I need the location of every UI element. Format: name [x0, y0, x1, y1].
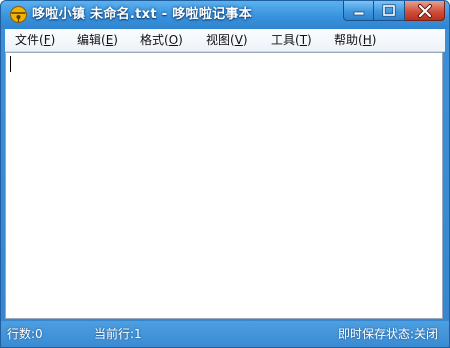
menu-view[interactable]: 视图(V)	[206, 29, 248, 51]
menu-edit-paren: )	[113, 33, 118, 47]
menu-file[interactable]: 文件(F)	[15, 29, 55, 51]
menu-format-paren: )	[178, 33, 183, 47]
caption-buttons	[343, 1, 445, 21]
maximize-button[interactable]	[374, 1, 405, 21]
doraemon-bell-icon	[10, 6, 27, 23]
text-caret	[10, 56, 11, 72]
menu-edit-label: 编辑(	[77, 33, 106, 47]
menu-tools[interactable]: 工具(T)	[271, 29, 312, 51]
menu-help[interactable]: 帮助(H)	[334, 29, 376, 51]
minimize-icon	[353, 11, 365, 16]
window-title: 哆啦小镇 未命名.txt - 哆啦啦记事本	[32, 7, 253, 22]
editor-area[interactable]	[5, 52, 443, 319]
menu-format-label: 格式(	[140, 33, 169, 47]
menu-tools-paren: )	[307, 33, 312, 47]
menu-format[interactable]: 格式(O)	[140, 29, 183, 51]
menu-help-paren: )	[371, 33, 377, 47]
menu-bar: 文件(F) 编辑(E) 格式(O) 视图(V) 工具(T) 帮助(H)	[5, 29, 445, 52]
menu-help-label: 帮助(	[334, 33, 363, 47]
close-button[interactable]	[405, 1, 445, 21]
menu-view-paren: )	[242, 33, 248, 47]
status-bar: 行数:0 当前行:1 即时保存状态:关闭	[1, 321, 449, 347]
status-line-count: 行数:0	[7, 327, 43, 341]
menu-edit[interactable]: 编辑(E)	[77, 29, 118, 51]
menu-help-accelerator: H	[362, 33, 372, 47]
menu-file-paren: )	[50, 33, 56, 47]
app-window: 哆啦小镇 未命名.txt - 哆啦啦记事本 文件(F) 编辑(E) 格式(O) …	[0, 0, 450, 348]
title-bar[interactable]: 哆啦小镇 未命名.txt - 哆啦啦记事本	[1, 1, 449, 29]
menu-tools-label: 工具(	[271, 33, 300, 47]
menu-file-accelerator: F	[43, 33, 51, 47]
menu-view-accelerator: V	[234, 33, 243, 47]
status-current-line: 当前行:1	[94, 327, 142, 341]
menu-view-label: 视图(	[206, 33, 235, 47]
maximize-icon	[382, 4, 396, 17]
status-autosave: 即时保存状态:关闭	[338, 327, 439, 341]
minimize-button[interactable]	[343, 1, 374, 21]
menu-tools-accelerator: T	[299, 33, 308, 47]
close-icon	[418, 4, 432, 18]
menu-file-label: 文件(	[15, 33, 44, 47]
text-editor[interactable]	[6, 53, 442, 318]
menu-format-accelerator: O	[168, 33, 179, 47]
